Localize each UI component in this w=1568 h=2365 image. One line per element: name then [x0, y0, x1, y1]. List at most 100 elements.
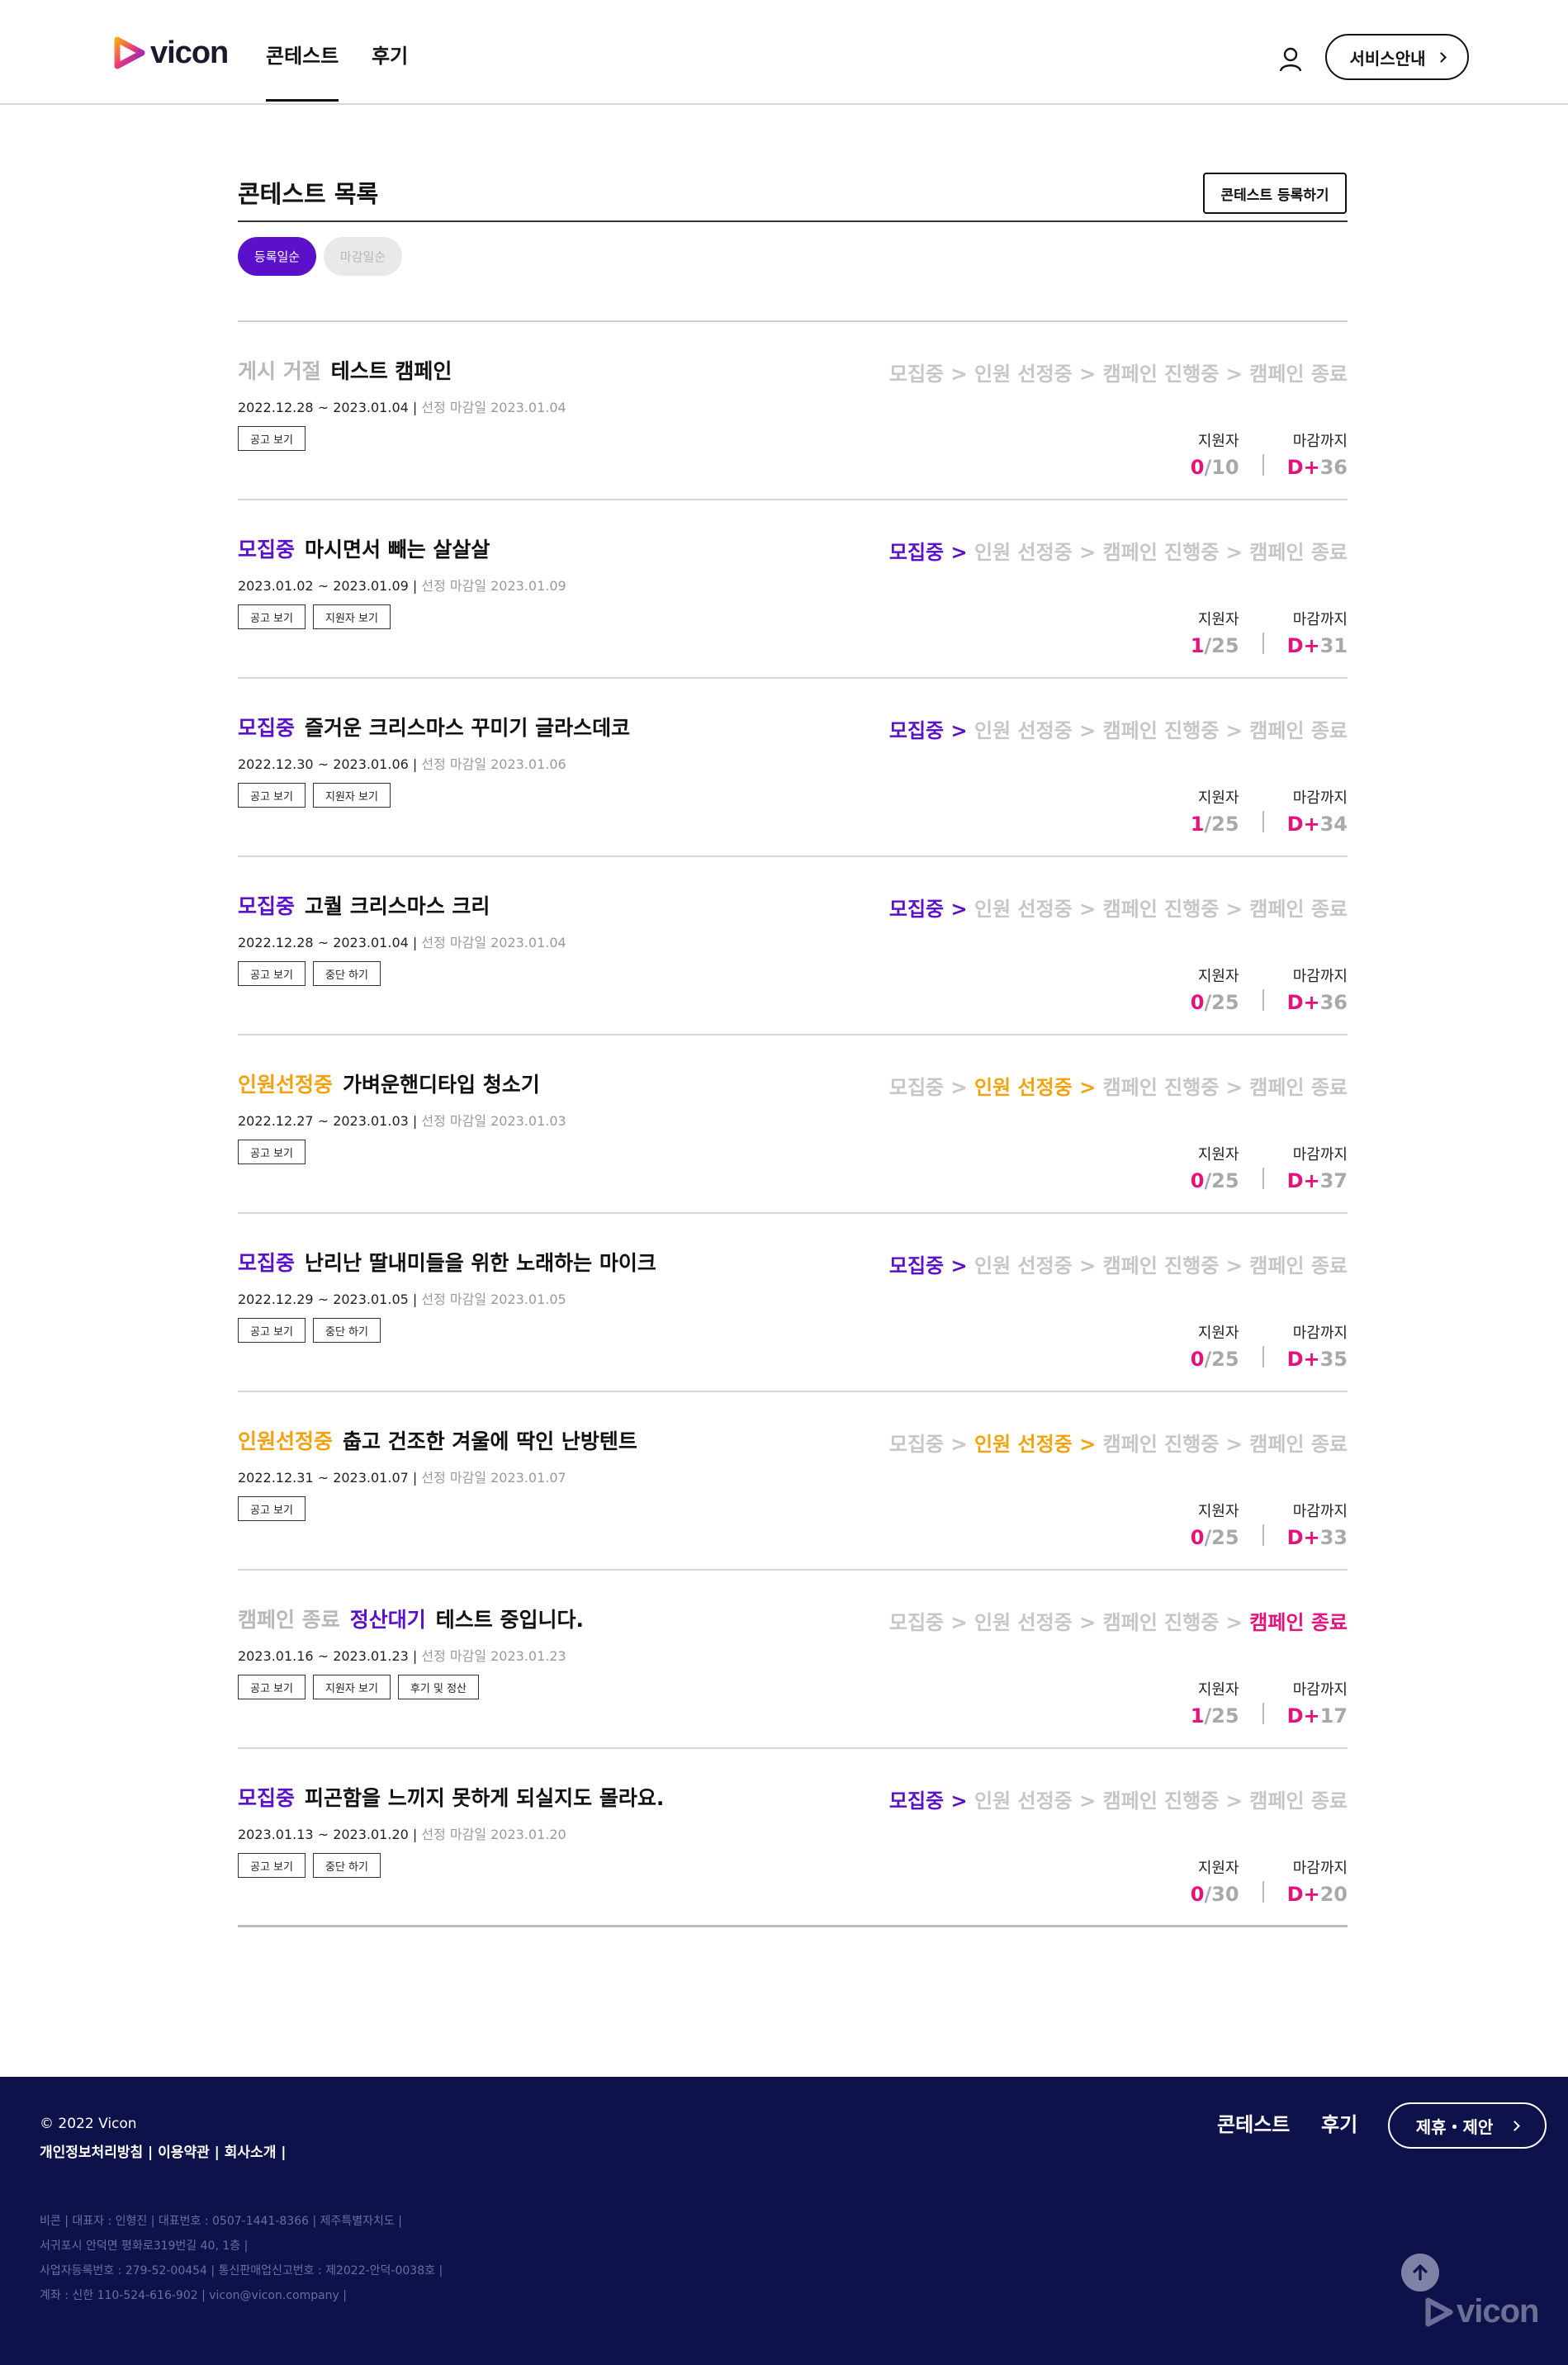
selection-deadline: 선정 마감일 2023.01.05 — [421, 1292, 566, 1307]
sort-by-deadline-button[interactable]: 마감일순 — [324, 237, 402, 276]
footer-nav-contest[interactable]: 콘테스트 — [1217, 2108, 1290, 2137]
dday-label: 마감까지 — [1292, 1503, 1348, 1520]
dday-prefix: D+ — [1286, 1883, 1320, 1906]
contest-action-button[interactable]: 공고 보기 — [238, 604, 306, 629]
contest-action-button[interactable]: 중단 하기 — [312, 1318, 381, 1343]
register-contest-button[interactable]: 콘테스트 등록하기 — [1203, 173, 1347, 214]
progress-step: 캠페인 종료 — [1249, 1076, 1348, 1099]
contest-name[interactable]: 테스트 중입니다. — [436, 1608, 584, 1632]
progress-step: 캠페인 종료 — [1249, 1611, 1348, 1634]
footer-policy-links[interactable]: 개인정보처리방침 | 이용약관 | 회사소개 | — [40, 2140, 286, 2161]
dday-label: 마감까지 — [1292, 968, 1348, 985]
contest-actions: 공고 보기 중단 하기 — [238, 1318, 381, 1343]
contest-action-button[interactable]: 후기 및 정산 — [397, 1675, 479, 1699]
contest-name[interactable]: 난리난 딸내미들을 위한 노래하는 마이크 — [305, 1251, 656, 1275]
partnership-button[interactable]: 제휴・제안 — [1388, 2102, 1547, 2149]
contest-action-button[interactable]: 지원자 보기 — [312, 1675, 391, 1699]
sort-by-registered-button[interactable]: 등록일순 — [238, 237, 316, 276]
footer-nav-review[interactable]: 후기 — [1321, 2108, 1357, 2137]
contest-name[interactable]: 고퀄 크리스마스 크리 — [305, 894, 490, 918]
contest-action-button[interactable]: 공고 보기 — [238, 1140, 306, 1164]
title-divider — [238, 220, 1348, 222]
contest-action-button[interactable]: 공고 보기 — [238, 1318, 306, 1343]
contest-action-button[interactable]: 공고 보기 — [238, 783, 306, 808]
progress-arrow-icon: > — [1072, 1076, 1103, 1099]
dday-number: 33 — [1319, 1526, 1348, 1549]
contest-action-button[interactable]: 공고 보기 — [238, 1853, 306, 1878]
progress-step: 캠페인 진행중 — [1102, 1254, 1220, 1277]
status-label: 인원선정중 — [238, 1429, 334, 1453]
progress-arrow-icon: > — [1219, 898, 1250, 921]
contest-period: 2022.12.28 ~ 2023.01.04 — [238, 935, 409, 950]
contest-action-button[interactable]: 공고 보기 — [238, 1675, 306, 1699]
stat-divider — [1262, 633, 1264, 654]
dday-stat: 마감까지 D+17 — [1287, 1678, 1348, 1728]
scroll-top-button[interactable] — [1401, 2254, 1439, 2292]
contest-stats: 지원자 0/30 마감까지 D+20 — [1191, 1856, 1348, 1906]
contest-dates: 2022.12.28 ~ 2023.01.04 | 선정 마감일 2023.01… — [238, 935, 566, 950]
dday-value: D+34 — [1287, 813, 1348, 836]
dday-value: D+17 — [1287, 1704, 1348, 1728]
contest-action-button[interactable]: 공고 보기 — [238, 426, 306, 451]
applicant-count: 0 — [1190, 1169, 1205, 1192]
dday-stat: 마감까지 D+33 — [1287, 1500, 1348, 1549]
contest-action-button[interactable]: 중단 하기 — [312, 1853, 381, 1878]
applicant-count: 0 — [1190, 991, 1205, 1014]
user-icon[interactable] — [1278, 46, 1303, 73]
dday-value: D+20 — [1287, 1883, 1348, 1906]
dday-value: D+36 — [1287, 991, 1348, 1014]
applicant-capacity: 25 — [1211, 1169, 1239, 1192]
contest-name[interactable]: 춥고 건조한 겨울에 딱인 난방텐트 — [343, 1429, 637, 1453]
applicant-stat: 지원자 1/25 — [1191, 608, 1239, 657]
dday-stat: 마감까지 D+37 — [1287, 1143, 1348, 1192]
contest-name[interactable]: 피곤함을 느끼지 못하게 되실지도 몰라요. — [305, 1786, 664, 1810]
contest-item: 인원선정중 춥고 건조한 겨울에 딱인 난방텐트 2022.12.31 ~ 2023… — [238, 1392, 1348, 1571]
progress-step: 캠페인 진행중 — [1102, 363, 1220, 386]
progress-step: 인원 선정중 — [973, 363, 1073, 386]
contest-stats: 지원자 1/25 마감까지 D+31 — [1191, 608, 1348, 657]
progress-step: 모집중 — [888, 898, 945, 921]
contest-name[interactable]: 즐거운 크리스마스 꾸미기 글라스데코 — [305, 716, 630, 740]
selection-deadline: 선정 마감일 2023.01.03 — [421, 1113, 566, 1129]
progress-steps: 모집중 > 인원 선정중 > 캠페인 진행중 > 캠페인 종료 — [889, 893, 1348, 922]
contest-actions: 공고 보기 — [238, 426, 306, 451]
dday-number: 20 — [1319, 1883, 1348, 1906]
service-info-button[interactable]: 서비스안내 — [1325, 34, 1469, 80]
applicant-capacity: 25 — [1211, 1526, 1239, 1549]
tab-review[interactable]: 후기 — [372, 40, 408, 69]
status-label: 모집중 — [238, 716, 296, 740]
applicant-label: 지원자 — [1197, 789, 1239, 807]
progress-step: 캠페인 종료 — [1249, 541, 1348, 564]
vicon-logo[interactable]: vicon — [114, 35, 229, 71]
dday-stat: 마감까지 D+34 — [1287, 786, 1348, 836]
contest-name[interactable]: 마시면서 빼는 살살살 — [305, 538, 490, 562]
contest-name[interactable]: 가벼운핸디타입 청소기 — [343, 1073, 540, 1097]
status-label: 모집중 — [238, 894, 296, 918]
contest-action-button[interactable]: 지원자 보기 — [312, 604, 391, 629]
contest-name[interactable]: 테스트 캠페인 — [331, 359, 452, 383]
contest-title-row: 인원선정중 춥고 건조한 겨울에 딱인 난방텐트 — [238, 1425, 637, 1455]
contest-dates: 2023.01.13 ~ 2023.01.20 | 선정 마감일 2023.01… — [238, 1827, 566, 1842]
dday-stat: 마감까지 D+35 — [1287, 1321, 1348, 1371]
contest-actions: 공고 보기 — [238, 1140, 306, 1164]
progress-step: 캠페인 종료 — [1249, 1433, 1348, 1456]
stat-divider — [1262, 989, 1264, 1011]
contest-action-button[interactable]: 지원자 보기 — [312, 783, 391, 808]
contest-actions: 공고 보기 지원자 보기 후기 및 정산 — [238, 1675, 479, 1699]
contest-action-button[interactable]: 공고 보기 — [238, 961, 306, 986]
progress-step: 모집중 — [888, 1789, 945, 1813]
progress-step: 모집중 — [888, 1076, 945, 1099]
contest-stats: 지원자 1/25 마감까지 D+17 — [1191, 1678, 1348, 1728]
contest-item: 인원선정중 가벼운핸디타입 청소기 2022.12.27 ~ 2023.01.03 … — [238, 1036, 1348, 1214]
contest-dates: 2022.12.31 ~ 2023.01.07 | 선정 마감일 2023.01… — [238, 1470, 566, 1486]
applicant-count: 0 — [1190, 1883, 1205, 1906]
stat-divider — [1262, 1524, 1264, 1546]
contest-dates: 2022.12.30 ~ 2023.01.06 | 선정 마감일 2023.01… — [238, 756, 566, 772]
applicant-stat: 지원자 0/25 — [1191, 1143, 1239, 1192]
tab-contest[interactable]: 콘테스트 — [266, 40, 339, 102]
dday-value: D+36 — [1287, 456, 1348, 479]
contest-action-button[interactable]: 중단 하기 — [312, 961, 381, 986]
contest-action-button[interactable]: 공고 보기 — [238, 1496, 306, 1521]
applicant-stat: 지원자 1/25 — [1191, 786, 1239, 836]
dday-prefix: D+ — [1286, 634, 1320, 657]
